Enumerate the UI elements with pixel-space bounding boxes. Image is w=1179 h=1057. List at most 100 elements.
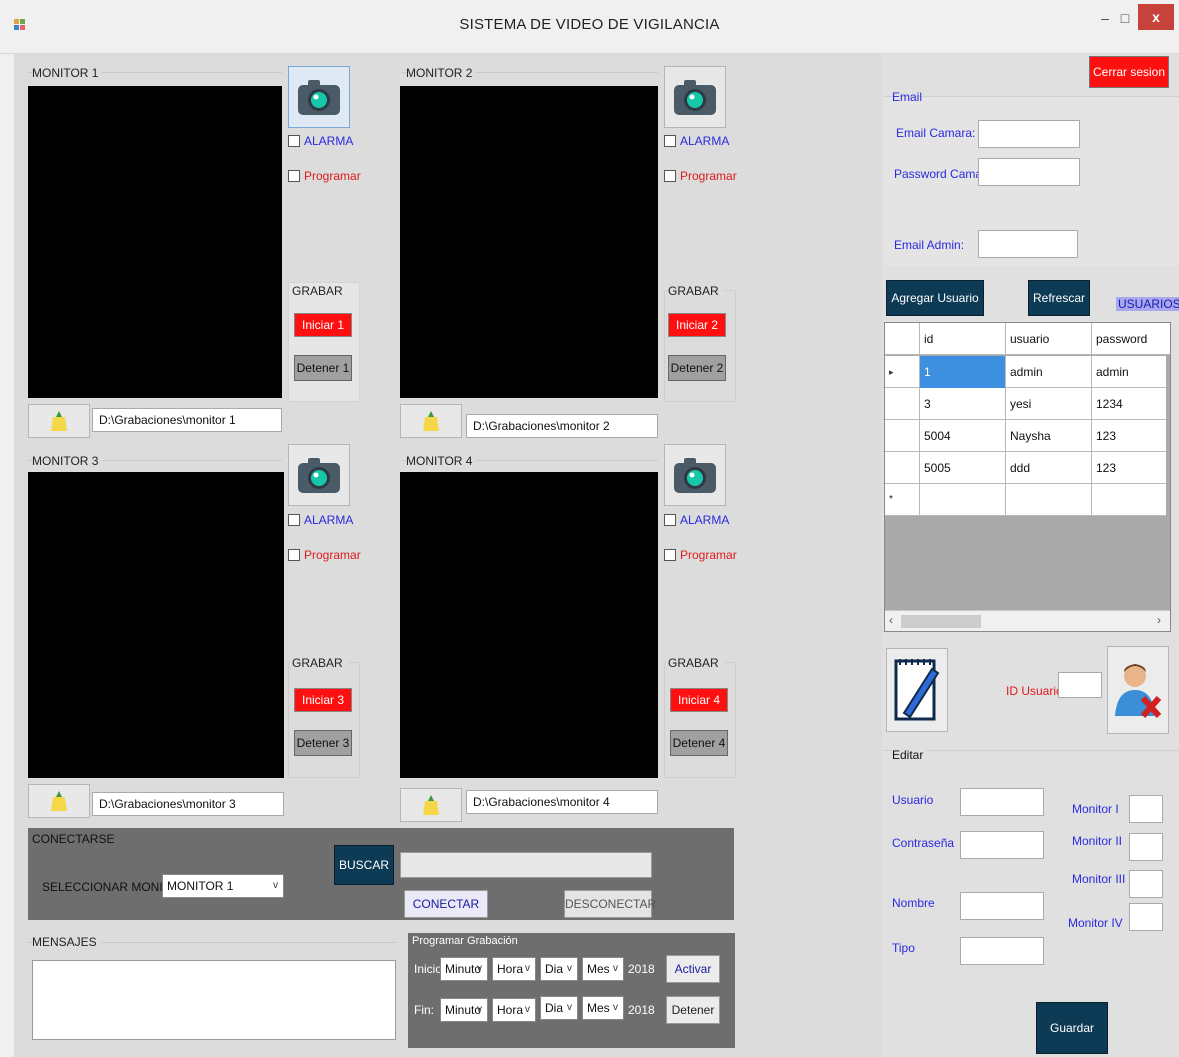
grid-cell-id[interactable]: 5004 [920,420,1006,452]
table-row-new[interactable]: * [885,484,1166,516]
email-camara-field[interactable] [978,120,1080,148]
contrasena-field[interactable] [960,831,1044,859]
refrescar-button[interactable]: Refrescar [1028,280,1090,316]
grid-cell-usuario[interactable] [1006,484,1092,516]
monitor-4-path-field[interactable]: D:\Grabaciones\monitor 4 [466,790,658,814]
monitor-1-iniciar-button[interactable]: Iniciar 1 [294,313,352,337]
inicio-mes-select[interactable]: Mes v [582,957,624,981]
monitor-4-iniciar-button[interactable]: Iniciar 4 [670,688,728,712]
monitor-3-alarma-checkbox[interactable] [288,514,300,526]
grid-header-password[interactable]: password [1092,323,1170,355]
monitor-3-path-field[interactable]: D:\Grabaciones\monitor 3 [92,792,284,816]
grid-horizontal-scrollbar[interactable]: ‹ › [885,610,1170,631]
monitor-3-programar-checkbox[interactable] [288,549,300,561]
monitor-4-camera-button[interactable] [664,444,726,506]
folder-icon [423,795,439,815]
monitor-1-detener-button[interactable]: Detener 1 [294,355,352,381]
monitor-select[interactable]: MONITOR 1 v [162,874,284,898]
monitor-iv-field[interactable] [1129,903,1163,931]
fin-dia-select[interactable]: Dia v [540,996,578,1020]
monitor-2-folder-button[interactable] [400,404,462,438]
monitor-1-programar-checkbox[interactable] [288,170,300,182]
usuario-field[interactable] [960,788,1044,816]
monitor-2-path-field[interactable]: D:\Grabaciones\monitor 2 [466,414,658,438]
inicio-minuto-select[interactable]: Minuto v [440,957,488,981]
grid-cell-id[interactable] [920,484,1006,516]
maximize-button[interactable]: □ [1110,6,1140,32]
monitor-1-camera-button[interactable] [288,66,350,128]
grid-cell-password[interactable]: 1234 [1092,388,1170,420]
monitor-3-iniciar-button[interactable]: Iniciar 3 [294,688,352,712]
nombre-field[interactable] [960,892,1044,920]
fin-mes-select[interactable]: Mes v [582,996,624,1020]
monitor-3-detener-button[interactable]: Detener 3 [294,730,352,756]
table-row[interactable]: ▸ 1 admin admin [885,356,1166,388]
grid-header-usuario[interactable]: usuario [1006,323,1092,355]
notepad-pen-icon [894,659,940,721]
monitor-2-iniciar-button[interactable]: Iniciar 2 [668,313,726,337]
grid-cell-id[interactable]: 3 [920,388,1006,420]
monitor-2-programar-checkbox[interactable] [664,170,676,182]
monitor-1-alarma-checkbox[interactable] [288,135,300,147]
grid-cell-id[interactable]: 5005 [920,452,1006,484]
scrollbar-thumb[interactable] [901,615,981,628]
chevron-right-icon[interactable]: › [1157,613,1161,627]
monitor-4-detener-button[interactable]: Detener 4 [670,730,728,756]
fin-hora-select[interactable]: Hora v [492,998,536,1022]
monitor-1-path-field[interactable]: D:\Grabaciones\monitor 1 [92,408,282,432]
monitor-3-folder-button[interactable] [28,784,90,818]
chevron-left-icon[interactable]: ‹ [889,613,893,627]
password-camara-field[interactable] [978,158,1080,186]
monitor-4-programar-checkbox[interactable] [664,549,676,561]
monitor-1-folder-button[interactable] [28,404,90,438]
tipo-field[interactable] [960,937,1044,965]
mensajes-textbox[interactable] [32,960,396,1040]
inicio-dia-select[interactable]: Dia v [540,957,578,981]
desconectar-button[interactable]: DESCONECTAR [564,890,656,918]
grid-cell-usuario[interactable]: Naysha [1006,420,1092,452]
edit-user-button[interactable] [886,648,948,732]
monitor-iii-field[interactable] [1129,870,1163,898]
fin-minuto-select[interactable]: Minuto v [440,998,488,1022]
monitor-i-label: Monitor I [1072,802,1119,816]
email-admin-field[interactable] [978,230,1078,258]
grid-cell-usuario[interactable]: yesi [1006,388,1092,420]
inicio-year: 2018 [628,962,655,976]
agregar-usuario-button[interactable]: Agregar Usuario [886,280,984,316]
monitor-3-camera-button[interactable] [288,444,350,506]
monitor-4-folder-button[interactable] [400,788,462,822]
fin-dia-value: Dia [545,1001,564,1015]
buscar-button[interactable]: BUSCAR [334,845,394,885]
monitor-3-title: MONITOR 3 [32,454,103,468]
grid-cell-password[interactable]: 123 [1092,420,1170,452]
monitor-1-programar-label: Programar [304,169,361,183]
grid-cell-usuario[interactable]: ddd [1006,452,1092,484]
fin-label: Fin: [414,1003,435,1017]
close-button[interactable]: x [1138,4,1174,30]
grid-cell-password[interactable] [1092,484,1170,516]
monitor-ii-field[interactable] [1129,833,1163,861]
grid-header-id[interactable]: id [920,323,1006,355]
monitor-i-field[interactable] [1129,795,1163,823]
table-row[interactable]: 5005 ddd 123 [885,452,1166,484]
detener-schedule-button[interactable]: Detener [666,996,720,1024]
monitor-2-detener-button[interactable]: Detener 2 [668,355,726,381]
delete-user-button[interactable] [1107,646,1169,734]
grid-cell-usuario[interactable]: admin [1006,356,1092,388]
search-result-field[interactable] [400,852,652,878]
editar-title: Editar [892,748,927,762]
table-row[interactable]: 3 yesi 1234 [885,388,1166,420]
cerrar-sesion-button[interactable]: Cerrar sesion [1089,56,1169,88]
monitor-2-alarma-checkbox[interactable] [664,135,676,147]
conectar-button[interactable]: CONECTAR [404,890,488,918]
grid-cell-password[interactable]: 123 [1092,452,1170,484]
inicio-hora-select[interactable]: Hora v [492,957,536,981]
table-row[interactable]: 5004 Naysha 123 [885,420,1166,452]
id-usuario-field[interactable] [1058,672,1102,698]
activar-button[interactable]: Activar [666,955,720,983]
guardar-button[interactable]: Guardar [1036,1002,1108,1054]
monitor-4-alarma-checkbox[interactable] [664,514,676,526]
grid-cell-password[interactable]: admin [1092,356,1170,388]
monitor-2-camera-button[interactable] [664,66,726,128]
grid-cell-id[interactable]: 1 [920,356,1006,388]
